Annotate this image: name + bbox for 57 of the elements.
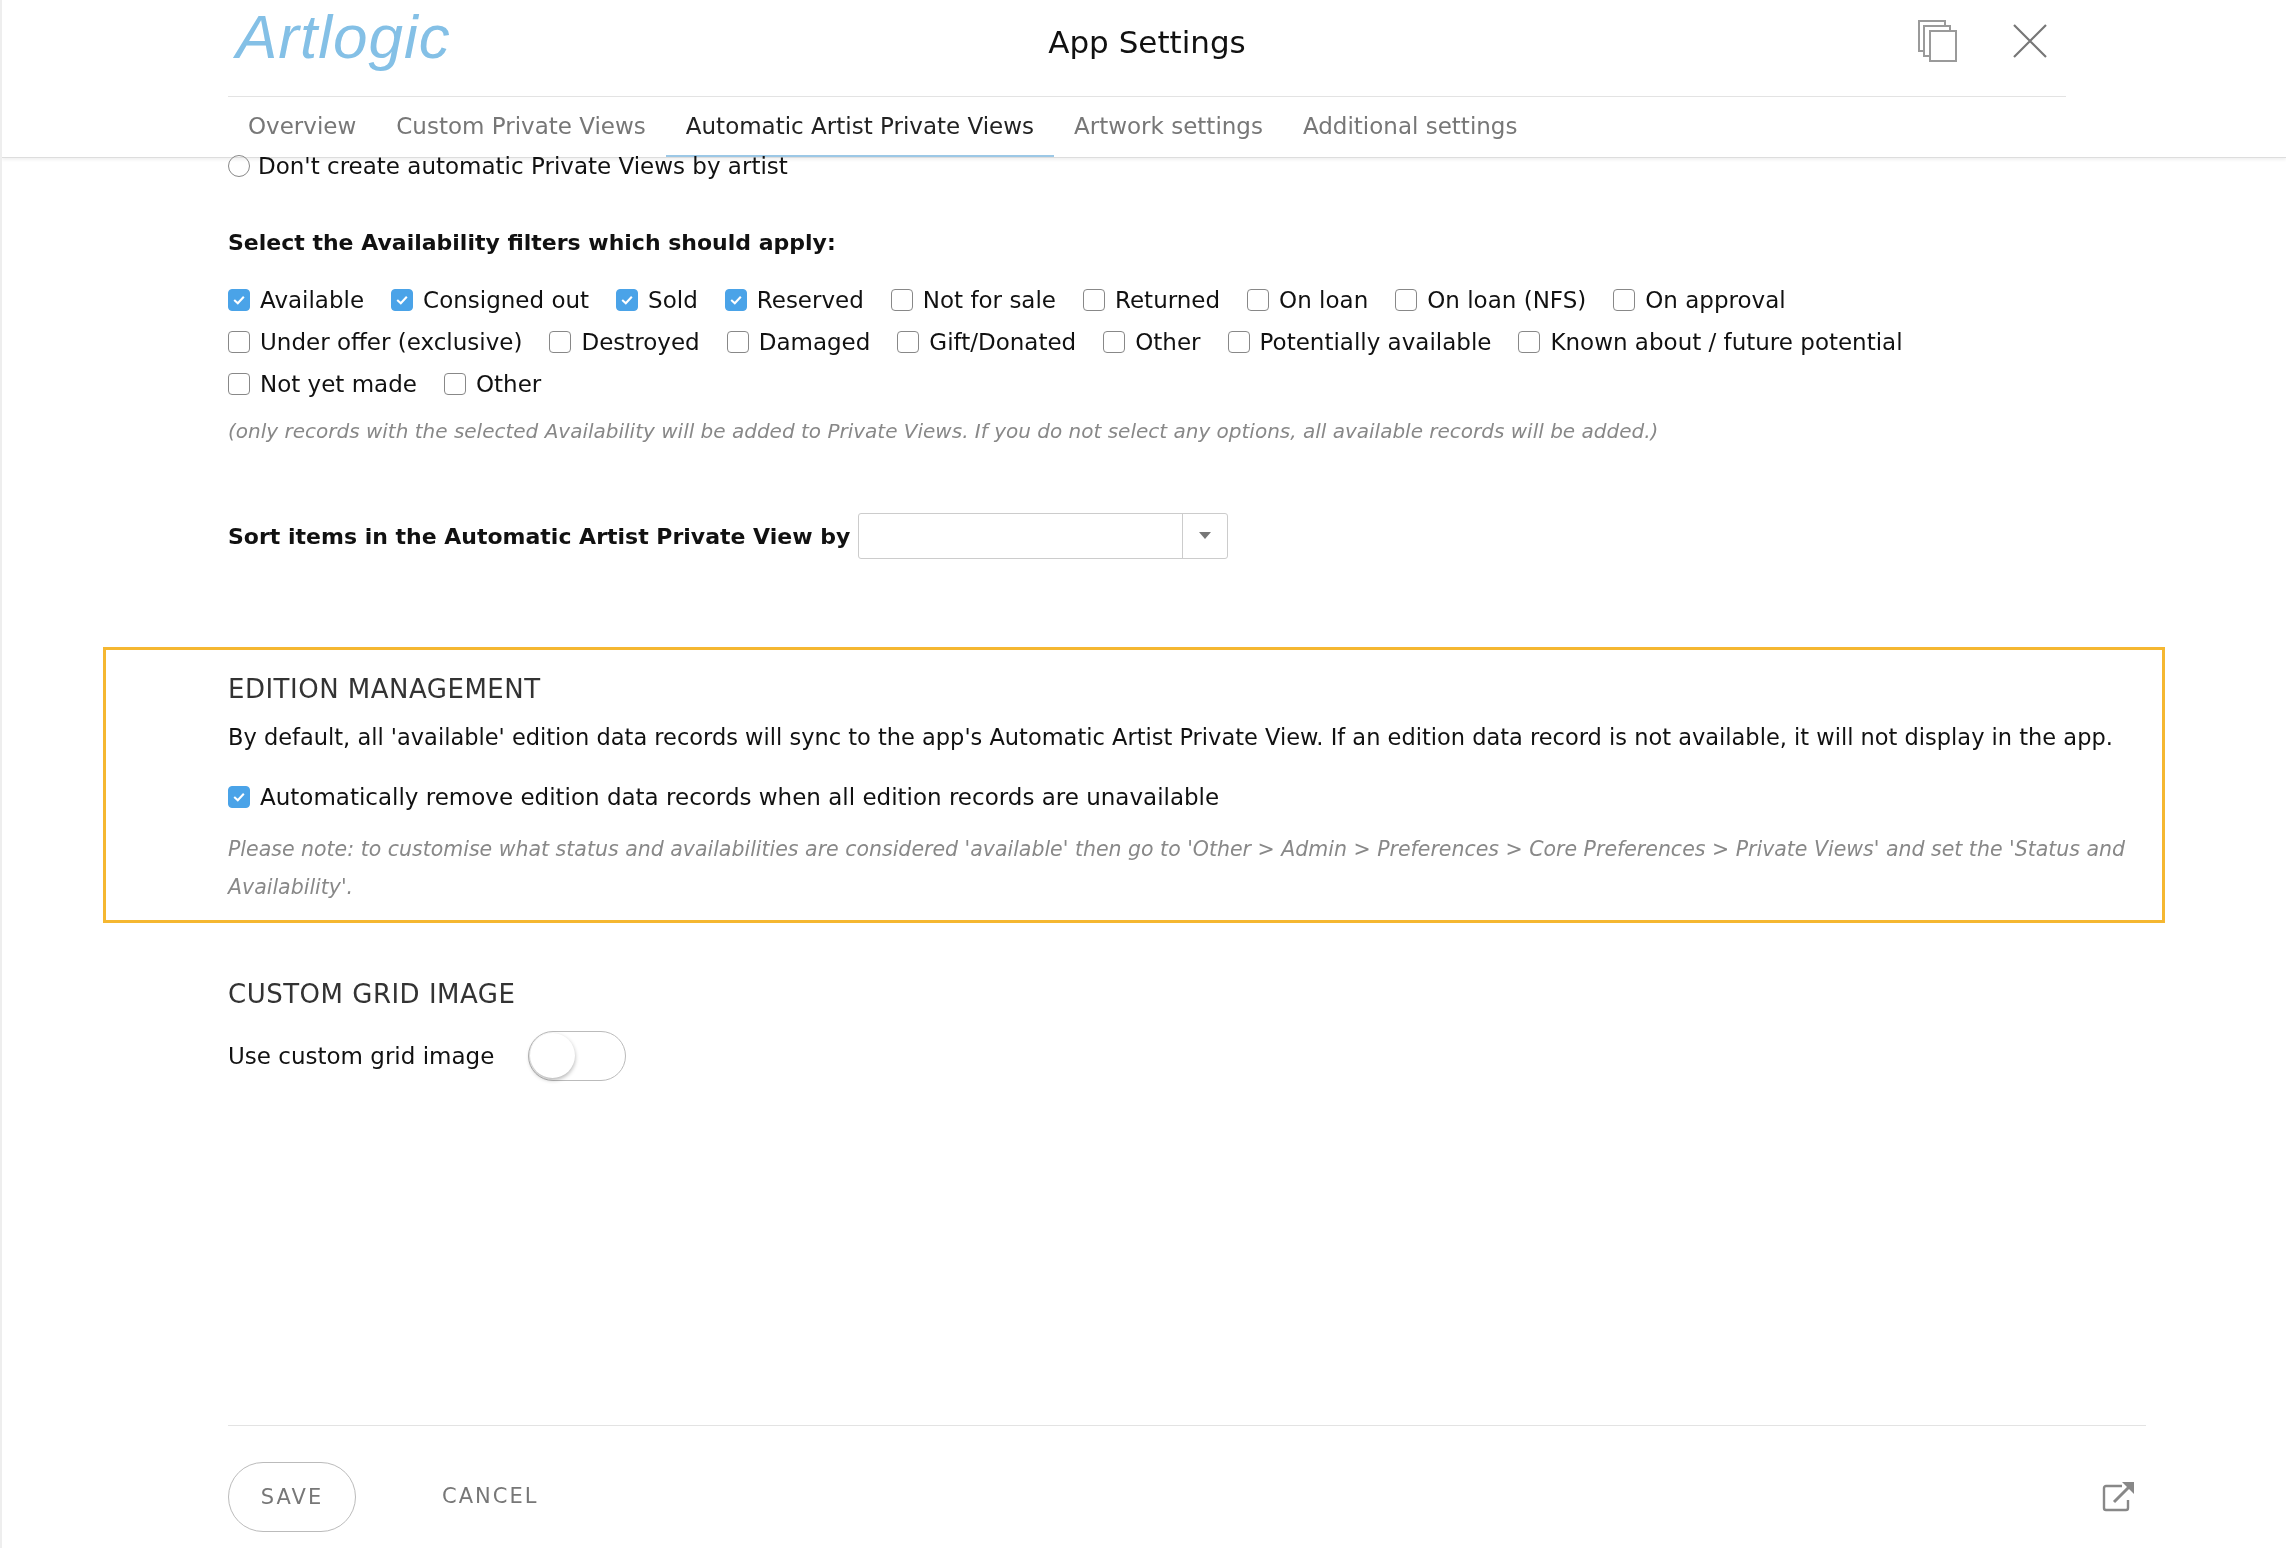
window-title: App Settings (1048, 24, 1246, 60)
description-text: By default, all 'available' edition data records will sync to the app's Automatic Artist Private View. If an edition data record is not available, it will not display in the app. (228, 724, 2114, 750)
checkbox-label: Other (1135, 329, 1201, 355)
tab[interactable]: Additional settings (1282, 97, 1538, 157)
checkbox[interactable] (549, 331, 572, 353)
help-text: Please note: to customise what status and availabilities are considered 'available' then go to 'Other > Admin > Preferences > Core Preferences > Private Views' and set the 'Status and Availability'. (228, 836, 2127, 901)
checkbox[interactable] (1613, 289, 1636, 311)
checkbox[interactable] (726, 331, 749, 353)
checkbox[interactable] (228, 289, 250, 311)
checkbox-label: Automatically remove edition data records when all edition records are unavailable (260, 784, 1220, 810)
checkbox-label: Known about / future potential (1550, 329, 1903, 355)
checkbox-label: Destroyed (581, 329, 700, 355)
close-icon[interactable] (2012, 23, 2048, 59)
field-label: Sort items in the Automatic Artist Private View by (228, 523, 851, 549)
external-link-icon[interactable] (2102, 1480, 2136, 1512)
tab[interactable]: Automatic Artist Private Views (665, 97, 1055, 157)
checkbox[interactable] (1083, 289, 1105, 311)
section-heading: Select the Availability filters which should apply: (228, 230, 837, 255)
caret-icon (1199, 532, 1212, 540)
checkbox[interactable] (1103, 331, 1126, 353)
checkbox-label: Not yet made (260, 371, 417, 397)
checkbox[interactable] (890, 289, 913, 311)
checkbox[interactable] (391, 289, 414, 311)
checkbox[interactable] (1395, 289, 1418, 311)
checkbox-label: On loan (1279, 287, 1369, 313)
checkbox-label: Returned (1115, 287, 1221, 313)
checkbox-label: Other (475, 371, 542, 397)
checkbox[interactable] (1247, 289, 1270, 311)
checkbox[interactable] (443, 373, 466, 395)
copy-icon[interactable] (1918, 20, 1958, 62)
checkbox-label: Sold (648, 287, 698, 313)
checkbox-label: Gift/Donated (929, 329, 1077, 355)
checkbox[interactable] (1518, 331, 1541, 353)
checkbox-label: Under offer (exclusive) (260, 329, 523, 355)
checkbox[interactable] (228, 786, 250, 808)
checkbox[interactable] (616, 289, 639, 311)
checkbox[interactable] (1227, 331, 1250, 353)
help-text: (only records with the selected Availability will be added to Private Views. If you do not select any options, all available records will be added.) (228, 419, 1660, 443)
checkbox-label: Consigned out (423, 287, 590, 313)
toggle-label: Use custom grid image (228, 1043, 495, 1069)
checkbox[interactable] (724, 289, 747, 311)
cancel-button[interactable]: CANCEL (442, 1484, 539, 1508)
checkbox[interactable] (228, 331, 250, 353)
save-button[interactable]: SAVE (228, 1462, 356, 1532)
checkbox-label: Potentially available (1259, 329, 1492, 355)
checkbox[interactable] (228, 373, 250, 395)
checkbox-label: Damaged (758, 329, 871, 355)
checkbox[interactable] (897, 331, 920, 353)
toggle-switch[interactable] (528, 1031, 627, 1081)
checkbox-label: On loan (NFS) (1427, 287, 1587, 313)
checkbox-label: Available (260, 287, 365, 313)
checkbox-label: On approval (1645, 287, 1786, 313)
section-heading: EDITION MANAGEMENT (228, 674, 542, 704)
checkbox-label: Reserved (756, 287, 864, 313)
tab[interactable]: Artwork settings (1054, 97, 1283, 157)
checkbox-label: Not for sale (922, 287, 1056, 313)
section-heading: CUSTOM GRID IMAGE (228, 979, 517, 1009)
